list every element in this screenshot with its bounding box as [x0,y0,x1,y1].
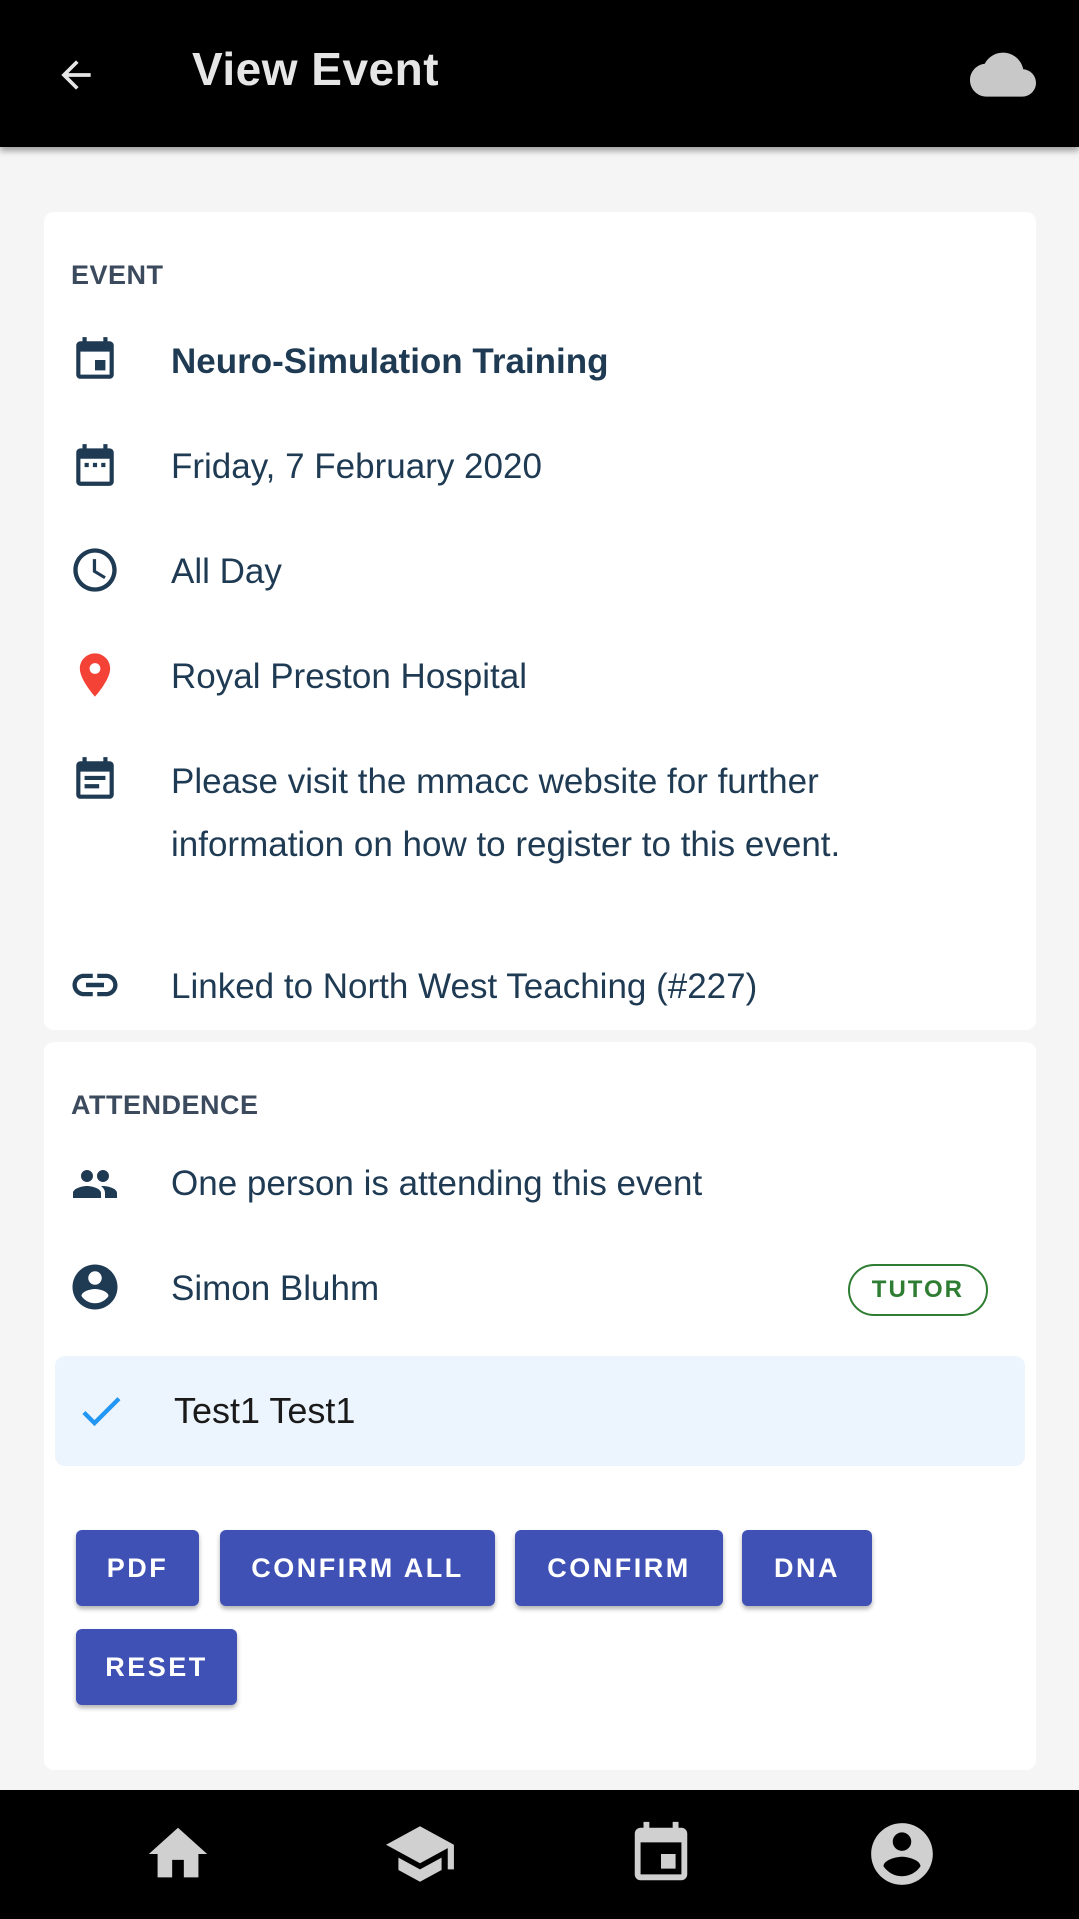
tutor-badge: TUTOR [847,1264,988,1316]
school-icon[interactable] [380,1814,460,1894]
event-location: Royal Preston Hospital [171,657,527,696]
event-nav-icon[interactable] [621,1814,701,1894]
people-icon [68,1157,122,1211]
event-time: All Day [171,552,282,591]
event-icon [68,333,122,387]
app-bar: View Event [0,0,1079,147]
attendee-name: Test1 Test1 [174,1390,356,1431]
page-title: View Event [192,43,440,95]
clock-icon [68,543,122,597]
pdf-button[interactable]: PDF [76,1530,199,1606]
bottom-navigation [0,1790,1079,1919]
calendar-icon [68,438,122,492]
cloud-icon[interactable] [968,46,1038,106]
account-circle-icon [68,1260,122,1314]
back-arrow-icon[interactable] [46,45,106,105]
description-icon [68,753,122,807]
confirm-all-button[interactable]: CONFIRM ALL [220,1530,495,1606]
reset-button[interactable]: RESET [76,1629,237,1705]
home-icon[interactable] [138,1814,218,1894]
dna-button[interactable]: DNA [742,1530,872,1606]
check-icon [73,1383,129,1439]
event-date: Friday, 7 February 2020 [171,447,542,486]
attendee-row-selected[interactable]: Test1 Test1 [55,1356,1025,1466]
attendance-summary: One person is attending this event [171,1164,703,1203]
link-icon [68,958,122,1012]
event-name: Neuro-Simulation Training [171,342,609,381]
attendance-section-label: ATTENDENCE [71,1090,259,1120]
confirm-button[interactable]: CONFIRM [515,1530,723,1606]
location-pin-icon [68,648,122,702]
account-icon[interactable] [862,1814,942,1894]
event-section-label: EVENT [71,260,164,290]
event-card: EVENT Neuro-Simulation Training Friday, … [44,212,1036,1030]
attendance-card: ATTENDENCE One person is attending this … [44,1042,1036,1770]
event-description: Please visit the mmacc website for furth… [171,762,841,864]
event-linked[interactable]: Linked to North West Teaching (#227) [171,955,996,1018]
